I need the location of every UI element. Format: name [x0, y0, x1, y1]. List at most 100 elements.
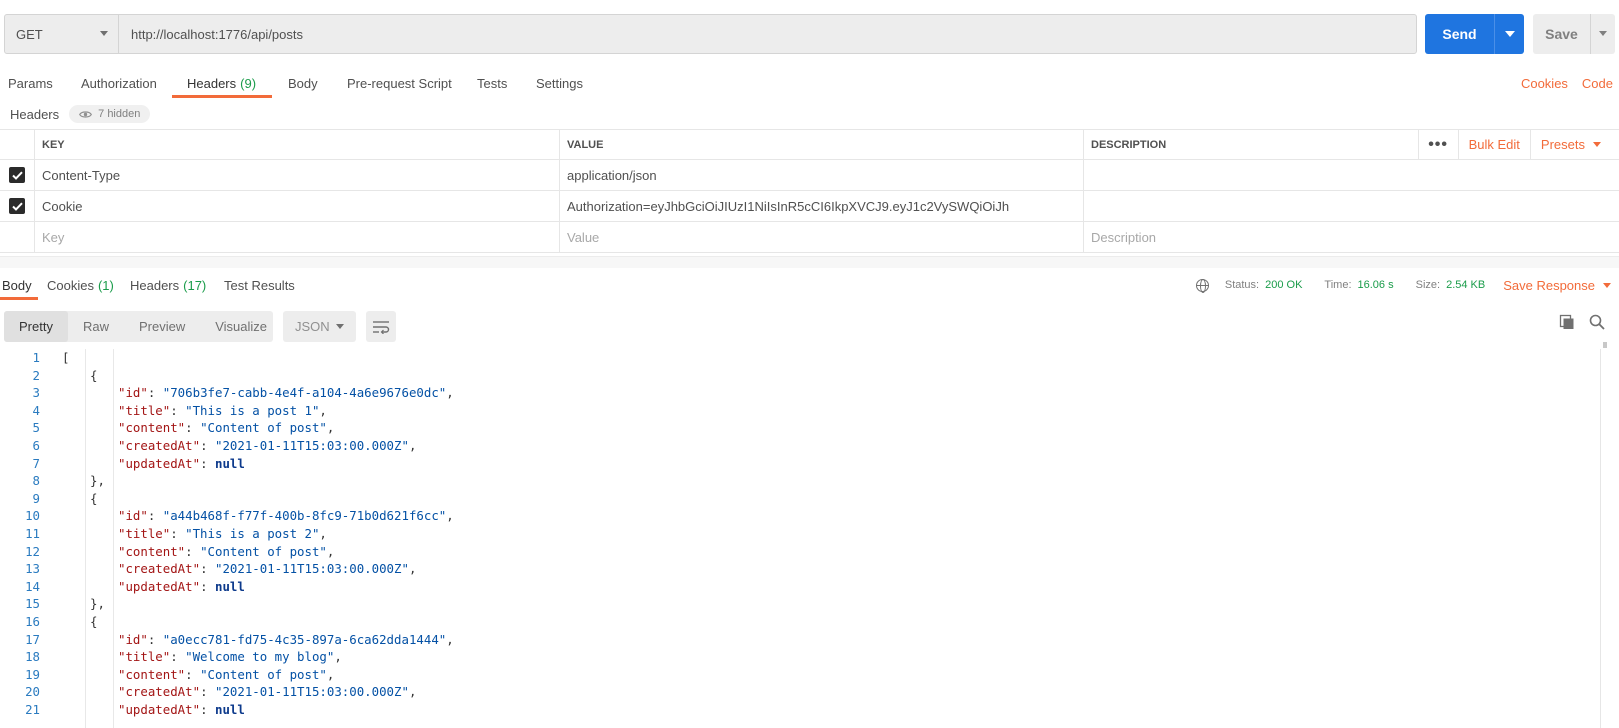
eye-icon: [79, 110, 93, 118]
code-line: 20 "createdAt": "2021-01-11T15:03:00.000Z…: [0, 683, 1600, 701]
json-punctuation: :: [185, 666, 201, 682]
code-line: 6 "createdAt": "2021-01-11T15:03:00.000Z"…: [0, 437, 1600, 455]
json-string: "2021-01-11T15:03:00.000Z": [214, 437, 409, 453]
json-key: "title": [118, 525, 171, 541]
tab-label: Headers: [130, 277, 180, 293]
time-value[interactable]: 16.06 s: [1358, 279, 1394, 291]
json-punctuation: :: [200, 455, 215, 471]
copy-button[interactable]: [1559, 314, 1575, 333]
tab-tests[interactable]: Tests: [477, 68, 507, 98]
header-key-cell[interactable]: Cookie: [34, 191, 559, 221]
tab-params[interactable]: Params: [8, 68, 53, 98]
tab-authorization[interactable]: Authorization: [81, 68, 157, 98]
json-punctuation: ,: [446, 631, 454, 647]
save-response-dropdown[interactable]: Save Response: [1503, 278, 1611, 293]
wrap-lines-button[interactable]: [366, 311, 396, 342]
bulk-edit-button[interactable]: Bulk Edit: [1457, 130, 1530, 159]
code-text: "createdAt": "2021-01-11T15:03:00.000Z",: [118, 437, 416, 455]
code-text: "title": "Welcome to my blog",: [118, 648, 342, 666]
line-number: 2: [32, 367, 40, 383]
save-button[interactable]: Save: [1533, 14, 1590, 54]
code-line: 8},: [0, 472, 1600, 490]
new-value-input[interactable]: Value: [559, 222, 1083, 252]
code-text: "id": "706b3fe7-cabb-4e4f-a104-4a6e9676e…: [118, 384, 454, 402]
view-preview-button[interactable]: Preview: [124, 311, 200, 342]
tab-response-headers[interactable]: Headers (17): [130, 270, 206, 300]
format-select[interactable]: JSON: [283, 311, 356, 342]
json-punctuation: :: [147, 508, 163, 524]
json-string: "a0ecc781-fd75-4c35-897a-6ca62dda1444": [162, 631, 447, 647]
status-label: Status:: [1224, 279, 1260, 291]
tab-label: Body: [288, 75, 318, 91]
method-select[interactable]: GET: [4, 14, 119, 54]
code-text: "updatedAt": null: [118, 578, 245, 596]
code-line: 2{: [0, 367, 1600, 385]
line-number: 9: [32, 490, 40, 506]
tab-body[interactable]: Body: [288, 68, 318, 98]
scrollbar-thumb[interactable]: [1603, 342, 1607, 348]
tab-headers[interactable]: Headers (9): [187, 68, 256, 98]
code-text: "content": "Content of post",: [118, 666, 334, 684]
vertical-scrollbar[interactable]: [1600, 349, 1601, 728]
json-punctuation: :: [147, 631, 163, 647]
tab-settings[interactable]: Settings: [536, 68, 583, 98]
tab-response-cookies[interactable]: Cookies (1): [47, 270, 114, 300]
code-line: 9{: [0, 490, 1600, 508]
save-options-button[interactable]: [1590, 14, 1615, 54]
response-body-code[interactable]: 1[2{3 "id": "706b3fe7-cabb-4e4f-a104-4a6e…: [0, 349, 1600, 728]
status-value[interactable]: 200 OK: [1265, 279, 1302, 291]
presets-dropdown[interactable]: Presets: [1529, 130, 1619, 159]
header-value-cell[interactable]: Authorization=eyJhbGciOiJIUzI1NiIsInR5cC…: [559, 191, 1083, 221]
code-link[interactable]: Code: [1582, 76, 1613, 91]
tab-label: Headers: [187, 75, 237, 91]
json-punctuation: {: [90, 490, 98, 506]
response-tabs: Body Cookies (1) Headers (17) Test Resul…: [0, 270, 1619, 300]
json-key: "content": [118, 543, 186, 559]
row-enabled-checkbox[interactable]: [9, 167, 25, 183]
view-visualize-button[interactable]: Visualize: [200, 311, 282, 342]
code-text: "updatedAt": null: [118, 455, 245, 473]
size-value[interactable]: 2.54 KB: [1446, 279, 1485, 291]
hidden-headers-toggle[interactable]: 7 hidden: [69, 105, 151, 123]
json-string: "This is a post 1": [185, 402, 320, 418]
check-icon: [11, 202, 23, 211]
header-description-cell[interactable]: [1083, 160, 1619, 190]
header-key-cell[interactable]: Content-Type: [34, 160, 559, 190]
code-line: 10 "id": "a44b468f-f77f-400b-8fc9-71b0d62…: [0, 507, 1600, 525]
send-options-button[interactable]: [1494, 14, 1524, 54]
line-number: 18: [25, 649, 40, 665]
row-enabled-checkbox[interactable]: [9, 198, 25, 214]
json-key: "updatedAt": [118, 455, 201, 471]
send-button[interactable]: Send: [1425, 14, 1494, 54]
code-line: 7 "updatedAt": null: [0, 455, 1600, 473]
format-label: JSON: [295, 319, 330, 334]
json-string: "2021-01-11T15:03:00.000Z": [214, 561, 409, 577]
search-button[interactable]: [1589, 314, 1605, 333]
json-punctuation: [: [62, 350, 70, 365]
line-number: 19: [25, 666, 40, 682]
pane-divider[interactable]: [0, 256, 1619, 268]
url-input[interactable]: http://localhost:1776/api/posts: [118, 14, 1417, 54]
presets-label: Presets: [1540, 137, 1585, 152]
line-number: 11: [25, 525, 40, 541]
json-punctuation: ,: [326, 543, 335, 559]
line-number: 4: [32, 402, 40, 418]
header-value-cell[interactable]: application/json: [559, 160, 1083, 190]
new-description-input[interactable]: Description: [1083, 222, 1619, 252]
json-punctuation: :: [170, 525, 186, 541]
copy-icon: [1559, 314, 1574, 329]
code-text: "updatedAt": null: [118, 701, 245, 719]
view-raw-button[interactable]: Raw: [68, 311, 124, 342]
line-number: 12: [25, 543, 40, 559]
tab-test-results[interactable]: Test Results: [224, 270, 295, 300]
view-pretty-button[interactable]: Pretty: [4, 311, 68, 342]
tab-count-badge: (1): [97, 277, 114, 293]
new-key-input[interactable]: Key: [34, 222, 559, 252]
more-options-button[interactable]: •••: [1417, 130, 1458, 159]
cookies-link[interactable]: Cookies: [1521, 76, 1568, 91]
headers-label: Headers: [10, 106, 60, 122]
header-description-cell[interactable]: [1083, 191, 1619, 221]
globe-icon[interactable]: [1195, 278, 1209, 293]
tab-response-body[interactable]: Body: [2, 270, 32, 300]
tab-pre-request-script[interactable]: Pre-request Script: [347, 68, 452, 98]
